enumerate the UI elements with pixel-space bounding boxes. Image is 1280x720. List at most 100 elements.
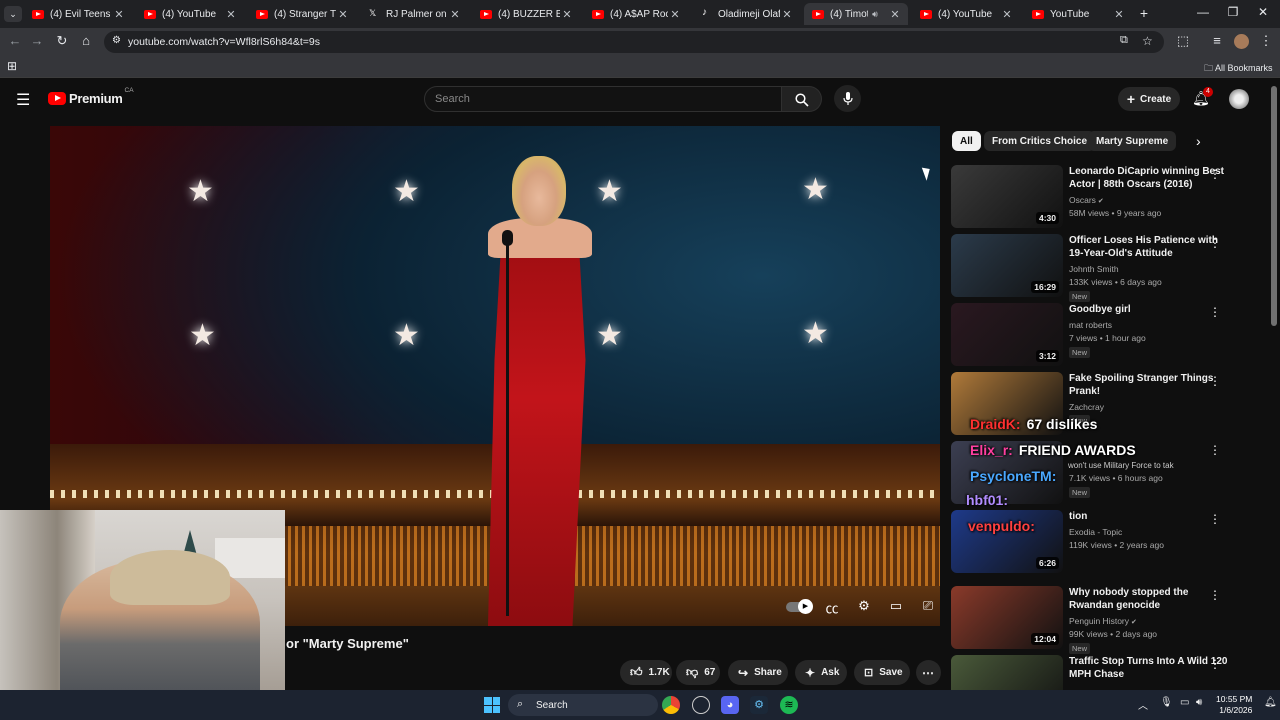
more-options-icon[interactable]: ⋮ <box>1209 657 1221 671</box>
more-options-icon[interactable]: ⋮ <box>1209 236 1221 250</box>
video-thumbnail[interactable]: 3:12 <box>951 303 1063 366</box>
dislike-button[interactable]: 👎︎ 67 <box>676 660 720 685</box>
spotify-icon[interactable]: ≋ <box>780 696 798 714</box>
recommended-video[interactable]: 16:29 Officer Loses His Patience with 19-… <box>951 234 1263 302</box>
save-button[interactable]: ⊡ Save <box>854 660 910 685</box>
tab-close-icon[interactable]: ✕ <box>224 8 238 21</box>
more-options-icon[interactable]: ⋮ <box>1209 443 1221 457</box>
install-app-icon[interactable]: ⧉ <box>1120 34 1128 47</box>
video-title[interactable]: Leonardo DiCaprio winning Best Actor | 8… <box>1069 165 1229 191</box>
browser-tab[interactable]: (4) YouTube ✕ <box>912 3 1020 25</box>
forward-icon[interactable]: → <box>28 33 46 48</box>
browser-tab[interactable]: (4) Timothée🔊︎ ✕ <box>804 3 908 25</box>
chip-from-critics-choice[interactable]: From Critics Choice <box>984 131 1096 151</box>
browser-tab[interactable]: RJ Palmer on X: "s✕ <box>360 3 468 25</box>
profile-avatar[interactable] <box>1234 34 1249 49</box>
more-options-icon[interactable]: ⋮ <box>1209 167 1221 181</box>
tab-close-icon[interactable]: ✕ <box>336 8 350 21</box>
chip-next-icon[interactable]: › <box>1196 133 1201 149</box>
notifications-button[interactable]: 🔔︎ 4 <box>1192 87 1213 110</box>
home-icon[interactable]: ⌂ <box>77 33 95 48</box>
tab-close-icon[interactable]: ✕ <box>888 8 902 21</box>
tab-audio-icon[interactable]: 🔊︎ <box>868 9 882 20</box>
bookmark-star-icon[interactable]: ☆ <box>1142 34 1153 48</box>
channel-name[interactable]: Penguin History ✔ <box>1069 616 1137 626</box>
browser-tab[interactable]: YouTube ✕ <box>1024 3 1132 25</box>
browser-tab[interactable]: (4) YouTube ✕ <box>136 3 244 25</box>
browser-tab[interactable]: (4) BUZZER BEATE✕ <box>472 3 580 25</box>
captions-icon[interactable]: ㏄ <box>822 598 842 616</box>
chrome-icon[interactable] <box>662 696 680 714</box>
channel-name[interactable]: Zachcray <box>1069 402 1104 412</box>
video-title[interactable]: Why nobody stopped the Rwandan genocide <box>1069 586 1229 612</box>
tab-search-icon[interactable]: ⌄ <box>4 6 22 22</box>
windows-start-icon[interactable] <box>484 697 500 713</box>
video-title[interactable]: Officer Loses His Patience with 19-Year-… <box>1069 234 1229 260</box>
steam-icon[interactable]: ⚙ <box>750 696 768 714</box>
tray-mic-icon[interactable]: 🎙︎ <box>1160 697 1173 708</box>
minimize-icon[interactable]: — <box>1188 5 1218 19</box>
tray-network-icon[interactable]: ▭ <box>1180 697 1189 708</box>
browser-tab[interactable]: (4) A$AP Rocky -✕ <box>584 3 688 25</box>
share-button[interactable]: ↪ Share <box>728 660 788 685</box>
system-clock[interactable]: 10:55 PM 1/6/2026 <box>1216 694 1252 716</box>
cast-icon[interactable]: ⎚ <box>918 598 938 616</box>
recommended-video[interactable]: 3:12 Goodbye girl mat roberts 7 views • 1 h… <box>951 303 1263 367</box>
browser-tab[interactable]: (4) Stranger Thing✕ <box>248 3 356 25</box>
discord-icon[interactable]: ◕ <box>721 696 739 714</box>
settings-icon[interactable]: ⚙ <box>854 598 874 616</box>
notification-center-icon[interactable]: 🔔︎ <box>1264 697 1277 708</box>
autoplay-toggle[interactable] <box>786 599 813 614</box>
channel-name[interactable]: Johnth Smith <box>1069 264 1119 274</box>
back-icon[interactable]: ← <box>6 33 24 48</box>
account-avatar[interactable] <box>1229 89 1249 109</box>
reload-icon[interactable]: ↻ <box>53 33 71 49</box>
channel-name[interactable]: Exodia - Topic <box>1069 527 1122 537</box>
omnibox[interactable]: ⚙ youtube.com/watch?v=Wfl8rlS6h84&t=9s ⧉… <box>104 31 1164 53</box>
more-actions-button[interactable]: ⋯ <box>916 660 941 685</box>
browser-tab[interactable]: Oladimeji Olafiso✕ <box>692 3 800 25</box>
recommended-video[interactable]: 12:04 Why nobody stopped the Rwandan geno… <box>951 586 1263 654</box>
tray-volume-icon[interactable]: 🔊︎ <box>1196 697 1202 708</box>
video-thumbnail[interactable]: 4:30 <box>951 165 1063 228</box>
browser-menu-icon[interactable]: ⋮ <box>1257 33 1275 49</box>
search-box[interactable]: Search <box>424 86 782 112</box>
more-options-icon[interactable]: ⋮ <box>1209 305 1221 319</box>
new-tab-button[interactable]: + <box>1136 5 1152 21</box>
obs-icon[interactable] <box>692 696 710 714</box>
extensions-icon[interactable]: ⬚ <box>1174 33 1192 49</box>
tab-close-icon[interactable]: ✕ <box>560 8 574 21</box>
tab-close-icon[interactable]: ✕ <box>448 8 462 21</box>
create-button[interactable]: + Create <box>1118 87 1180 111</box>
video-title[interactable]: Goodbye girl <box>1069 303 1229 316</box>
page-scrollbar[interactable] <box>1271 86 1277 326</box>
tab-close-icon[interactable]: ✕ <box>1000 8 1014 21</box>
chip-marty-supreme[interactable]: Marty Supreme <box>1088 131 1177 151</box>
video-title[interactable]: Traffic Stop Turns Into A Wild 120 MPH C… <box>1069 655 1229 681</box>
like-button[interactable]: 👍︎ 1.7K <box>620 660 672 685</box>
tab-close-icon[interactable]: ✕ <box>668 8 682 21</box>
chip-all[interactable]: All <box>952 131 981 151</box>
site-info-icon[interactable]: ⚙ <box>112 35 121 46</box>
search-input[interactable]: Search <box>435 93 470 105</box>
search-button[interactable] <box>782 86 822 112</box>
recommended-video[interactable]: 4:30 Leonardo DiCaprio winning Best Actor… <box>951 165 1263 229</box>
taskbar-search[interactable]: ⌕ Search <box>508 694 658 716</box>
voice-search-button[interactable] <box>834 85 861 112</box>
browser-tab[interactable]: (4) Evil Teens KILL✕ <box>24 3 132 25</box>
more-options-icon[interactable]: ⋮ <box>1209 588 1221 602</box>
channel-name[interactable]: mat roberts <box>1069 320 1112 330</box>
all-bookmarks-folder[interactable]: 🗀 All Bookmarks <box>1204 61 1273 77</box>
video-title[interactable]: Fake Spoiling Stranger Things Prank! <box>1069 372 1229 398</box>
tab-close-icon[interactable]: ✕ <box>780 8 794 21</box>
video-thumbnail[interactable]: 16:29 <box>951 234 1063 297</box>
video-title[interactable]: tion <box>1069 510 1229 523</box>
theater-mode-icon[interactable]: ▭ <box>886 598 906 616</box>
youtube-logo[interactable]: Premium CA <box>48 87 134 106</box>
hamburger-menu-icon[interactable]: ☰ <box>16 90 30 110</box>
channel-name[interactable]: Oscars ✔ <box>1069 195 1104 205</box>
tab-close-icon[interactable]: ✕ <box>1112 8 1126 21</box>
more-options-icon[interactable]: ⋮ <box>1209 374 1221 388</box>
maximize-icon[interactable]: ❐ <box>1218 5 1248 19</box>
close-window-icon[interactable]: ✕ <box>1248 5 1278 19</box>
